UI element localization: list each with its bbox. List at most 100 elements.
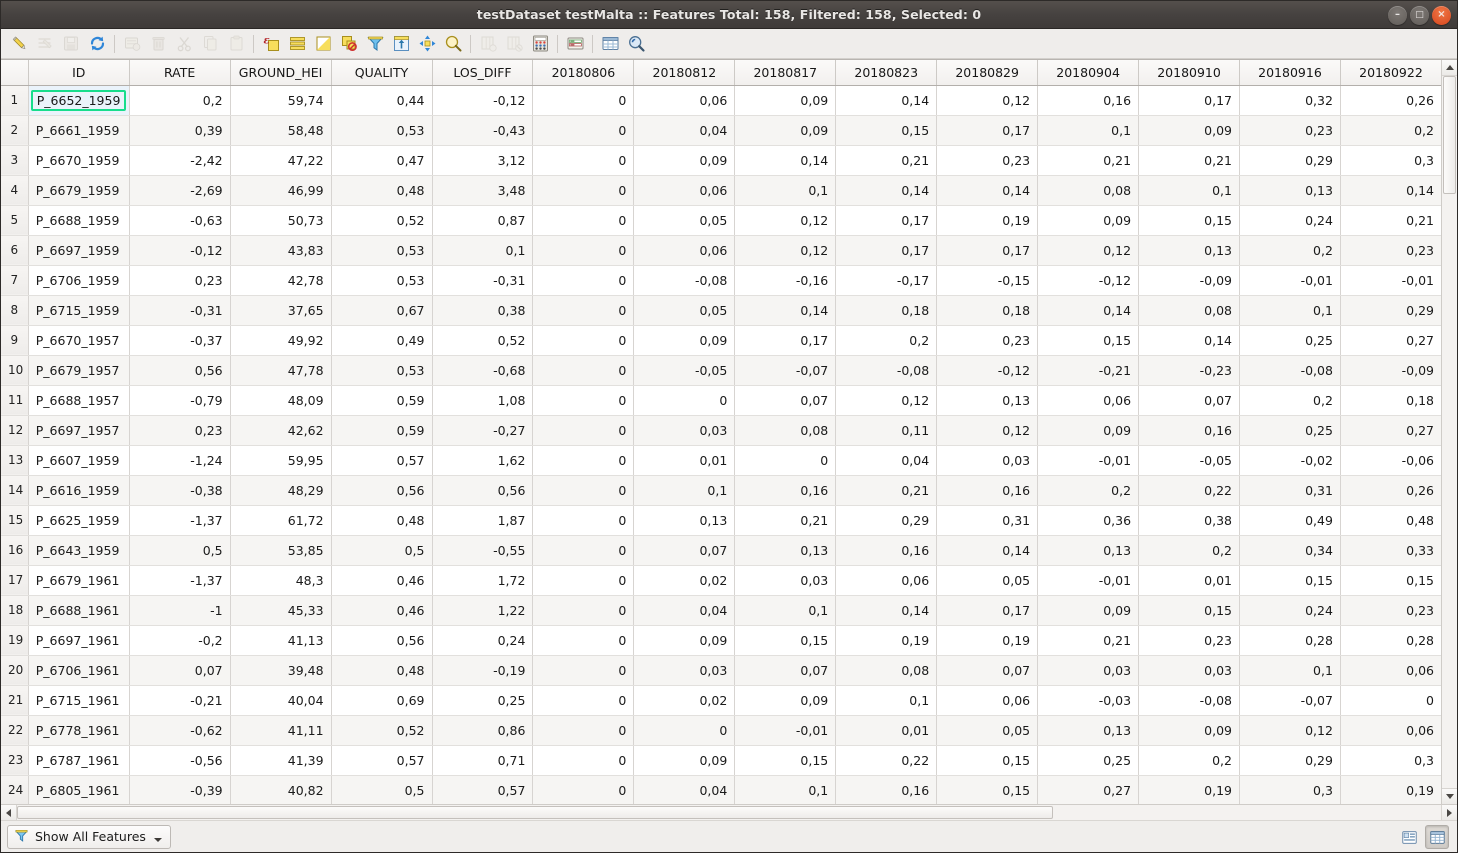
- cell-ground_hei[interactable]: 41,13: [230, 625, 332, 656]
- row-number[interactable]: 13: [1, 445, 29, 476]
- column-header-rate[interactable]: RATE: [129, 60, 231, 86]
- cell-quality[interactable]: 0,56: [331, 475, 433, 506]
- cell-20180812[interactable]: 0,09: [633, 145, 736, 176]
- cell-quality[interactable]: 0,49: [331, 325, 433, 356]
- cell-id[interactable]: P_6688_1961: [28, 595, 130, 626]
- cell-20180817[interactable]: -0,16: [734, 265, 837, 296]
- cell-20180817[interactable]: 0,1: [734, 175, 837, 206]
- cell-20180910[interactable]: 0,09: [1138, 115, 1240, 146]
- cell-ground_hei[interactable]: 46,99: [230, 175, 332, 206]
- cell-quality[interactable]: 0,57: [331, 745, 433, 776]
- show-all-features-button[interactable]: Show All Features: [7, 824, 171, 849]
- cell-20180806[interactable]: 0: [532, 175, 635, 206]
- cell-quality[interactable]: 0,47: [331, 145, 433, 176]
- row-number[interactable]: 10: [1, 355, 29, 386]
- cell-quality[interactable]: 0,52: [331, 205, 433, 236]
- cell-20180817[interactable]: 0,08: [734, 415, 837, 446]
- column-header-20180823[interactable]: 20180823: [835, 60, 938, 86]
- cell-20180916[interactable]: 0,34: [1239, 535, 1341, 566]
- cell-20180812[interactable]: 0,09: [633, 325, 736, 356]
- cell-20180806[interactable]: 0: [532, 205, 635, 236]
- cell-quality[interactable]: 0,46: [331, 565, 433, 596]
- cell-los_diff[interactable]: 0,86: [432, 715, 534, 746]
- cell-20180916[interactable]: 0,1: [1239, 295, 1341, 326]
- cell-20180823[interactable]: 0,17: [835, 205, 938, 236]
- minimize-button[interactable]: –: [1388, 5, 1407, 25]
- column-header-20180922[interactable]: 20180922: [1340, 60, 1441, 86]
- cell-id[interactable]: P_6715_1959: [28, 295, 130, 326]
- row-number[interactable]: 6: [1, 235, 29, 266]
- cell-20180910[interactable]: 0,16: [1138, 415, 1240, 446]
- table-row[interactable]: 23 P_6787_1961 -0,56 41,39 0,57 0,71 0 0,09 0,15…: [1, 745, 1441, 776]
- row-number[interactable]: 24: [1, 775, 29, 804]
- cell-20180823[interactable]: 0,06: [835, 565, 938, 596]
- row-number[interactable]: 9: [1, 325, 29, 356]
- cell-ground_hei[interactable]: 37,65: [230, 295, 332, 326]
- table-row[interactable]: 18 P_6688_1961 -1 45,33 0,46 1,22 0 0,04 0,1 0,14…: [1, 595, 1441, 626]
- cell-20180806[interactable]: 0: [532, 745, 635, 776]
- horizontal-scroll-track[interactable]: [17, 805, 1441, 820]
- cell-20180904[interactable]: 0,21: [1037, 145, 1140, 176]
- cell-quality[interactable]: 0,5: [331, 775, 433, 804]
- column-header-los_diff[interactable]: LOS_DIFF: [432, 60, 534, 86]
- cell-rate[interactable]: -1,37: [129, 565, 231, 596]
- scroll-up-button[interactable]: [1442, 60, 1457, 76]
- cell-quality[interactable]: 0,53: [331, 355, 433, 386]
- cell-20180910[interactable]: 0,2: [1138, 745, 1240, 776]
- cell-quality[interactable]: 0,48: [331, 655, 433, 686]
- cell-rate[interactable]: -0,39: [129, 775, 231, 804]
- cell-20180812[interactable]: 0,09: [633, 745, 736, 776]
- cell-rate[interactable]: -0,2: [129, 625, 231, 656]
- cell-20180823[interactable]: 0,21: [835, 475, 938, 506]
- cell-20180812[interactable]: 0,04: [633, 595, 736, 626]
- cell-20180817[interactable]: 0,03: [734, 565, 837, 596]
- cell-20180817[interactable]: 0,1: [734, 595, 837, 626]
- cell-20180916[interactable]: -0,07: [1239, 685, 1341, 716]
- cell-20180812[interactable]: 0,06: [633, 85, 736, 116]
- cell-20180910[interactable]: 0,19: [1138, 775, 1240, 804]
- cell-20180817[interactable]: 0,15: [734, 745, 837, 776]
- conditional-formatting-icon[interactable]: [564, 33, 586, 55]
- cell-quality[interactable]: 0,69: [331, 685, 433, 716]
- vertical-scroll-thumb[interactable]: [1443, 76, 1456, 194]
- cell-ground_hei[interactable]: 41,39: [230, 745, 332, 776]
- cell-20180806[interactable]: 0: [532, 145, 635, 176]
- cell-20180829[interactable]: 0,14: [936, 175, 1039, 206]
- cell-ground_hei[interactable]: 61,72: [230, 505, 332, 536]
- cell-rate[interactable]: -0,31: [129, 295, 231, 326]
- cell-id[interactable]: P_6679_1959: [28, 175, 130, 206]
- cell-id[interactable]: P_6697_1957: [28, 415, 130, 446]
- cell-20180817[interactable]: 0,09: [734, 115, 837, 146]
- cell-20180806[interactable]: 0: [532, 355, 635, 386]
- cell-quality[interactable]: 0,53: [331, 265, 433, 296]
- cell-20180916[interactable]: 0,25: [1239, 415, 1341, 446]
- cell-20180806[interactable]: 0: [532, 325, 635, 356]
- cell-quality[interactable]: 0,52: [331, 715, 433, 746]
- row-number[interactable]: 11: [1, 385, 29, 416]
- cell-20180904[interactable]: 0,27: [1037, 775, 1140, 804]
- scroll-left-button[interactable]: [1, 805, 17, 820]
- cell-20180916[interactable]: 0,2: [1239, 385, 1341, 416]
- row-number[interactable]: 21: [1, 685, 29, 716]
- vertical-scrollbar[interactable]: [1441, 60, 1457, 804]
- cell-20180829[interactable]: 0,14: [936, 535, 1039, 566]
- cell-id[interactable]: P_6778_1961: [28, 715, 130, 746]
- cell-ground_hei[interactable]: 59,74: [230, 85, 332, 116]
- cell-20180910[interactable]: 0,1: [1138, 175, 1240, 206]
- cell-20180916[interactable]: 0,29: [1239, 145, 1341, 176]
- cell-20180829[interactable]: 0,05: [936, 715, 1039, 746]
- cell-20180910[interactable]: -0,09: [1138, 265, 1240, 296]
- table-row[interactable]: 3 P_6670_1959 -2,42 47,22 0,47 3,12 0 0,09 0,14 0…: [1, 145, 1441, 176]
- row-number[interactable]: 3: [1, 145, 29, 176]
- cell-20180922[interactable]: 0,2: [1340, 115, 1441, 146]
- cell-20180823[interactable]: 0,18: [835, 295, 938, 326]
- cell-20180922[interactable]: 0,27: [1340, 415, 1441, 446]
- reload-table-icon[interactable]: [86, 33, 108, 55]
- cell-los_diff[interactable]: -0,55: [432, 535, 534, 566]
- deselect-all-icon[interactable]: [338, 33, 360, 55]
- cell-20180806[interactable]: 0: [532, 415, 635, 446]
- cell-20180916[interactable]: 0,3: [1239, 775, 1341, 804]
- cell-20180922[interactable]: 0,33: [1340, 535, 1441, 566]
- form-view-button[interactable]: [1397, 825, 1421, 849]
- cell-20180806[interactable]: 0: [532, 625, 635, 656]
